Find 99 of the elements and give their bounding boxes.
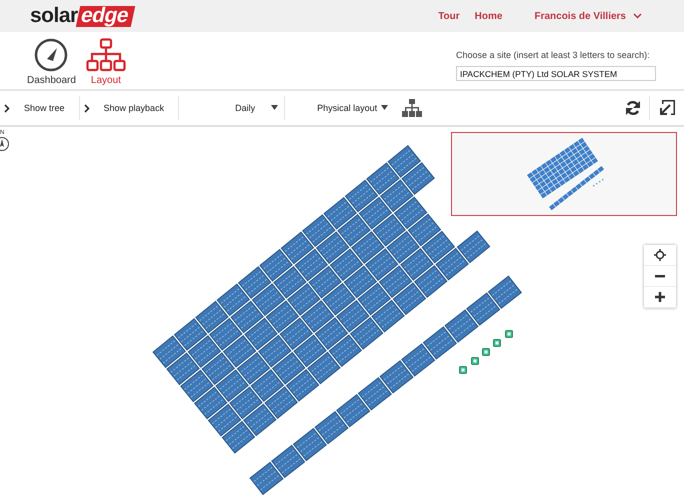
solar-panel <box>314 317 348 350</box>
solar-panel <box>336 394 370 428</box>
minimap[interactable] <box>451 132 677 216</box>
user-menu[interactable]: Francois de Villiers <box>534 10 642 22</box>
caret-icon <box>381 105 388 111</box>
solar-panel <box>358 377 392 410</box>
logo-text: solar <box>30 4 78 28</box>
solar-panel <box>215 369 249 402</box>
recenter-button[interactable] <box>644 245 676 266</box>
dropdown[interactable]: Physical layout <box>285 96 394 120</box>
refresh-icon <box>625 100 641 116</box>
solar-panel <box>236 352 270 385</box>
solar-panel <box>357 282 391 316</box>
solar-panel <box>314 410 349 444</box>
solar-panel <box>337 214 371 247</box>
solar-panel <box>358 196 392 230</box>
solar-panel <box>208 404 242 436</box>
solar-panel <box>307 352 341 384</box>
toggle-button[interactable]: Show tree <box>0 96 79 120</box>
solar-panel <box>180 370 214 402</box>
solar-panel <box>222 420 256 454</box>
solar-panel <box>194 386 228 420</box>
solar-panel <box>202 352 236 385</box>
solar-panel <box>286 368 320 402</box>
solar-panel <box>252 283 286 316</box>
solar-panel <box>250 369 284 402</box>
solar-panel <box>323 196 357 230</box>
solar-panel <box>366 162 400 196</box>
solar-panel <box>378 265 412 298</box>
nav-link[interactable]: Home <box>474 10 502 22</box>
solar-panel <box>188 335 222 368</box>
solar-panel <box>392 282 426 316</box>
solar-panel <box>435 248 469 281</box>
solar-panel <box>174 318 208 351</box>
solar-panel <box>273 266 307 299</box>
dropdown[interactable]: Daily <box>179 96 284 120</box>
solar-panel <box>294 248 328 282</box>
crosshair-icon <box>654 249 666 261</box>
chevron-right-icon <box>84 104 90 112</box>
solar-panel <box>166 352 200 386</box>
plus-icon <box>654 291 666 303</box>
solar-panel <box>328 334 362 368</box>
solar-panel <box>300 300 334 333</box>
solar-panel <box>401 162 435 195</box>
gauge-icon <box>34 38 68 72</box>
solar-panel <box>230 300 264 334</box>
nav-link[interactable]: Tour <box>438 10 460 22</box>
view-tab[interactable]: Dashboard <box>27 38 76 86</box>
solar-panel <box>351 231 385 264</box>
solar-panel <box>408 214 442 246</box>
solar-panel <box>330 248 364 282</box>
solar-panel <box>279 317 313 350</box>
solar-panel <box>238 266 272 299</box>
solar-panel <box>386 230 420 264</box>
chevron-down-icon <box>633 13 642 19</box>
expand-icon <box>658 99 676 117</box>
solar-panel <box>372 214 406 247</box>
solar-panel <box>195 300 229 334</box>
solar-panel <box>222 334 256 368</box>
solar-panel <box>414 265 448 298</box>
solar-panel <box>322 282 356 316</box>
solar-panel <box>209 318 243 351</box>
zoom-out-button[interactable] <box>644 266 676 287</box>
solar-panel <box>350 317 384 350</box>
solar-panel <box>280 232 314 264</box>
solar-panel <box>344 180 378 212</box>
solar-panel <box>308 266 342 298</box>
solar-panel <box>394 196 428 230</box>
solar-panel <box>258 334 292 368</box>
solar-panel <box>272 352 306 385</box>
solar-panel <box>243 404 277 436</box>
solar-panel <box>371 300 405 332</box>
solar-panel <box>216 283 250 316</box>
solar-panel <box>344 266 378 298</box>
solar-panel <box>422 230 456 264</box>
solar-panel <box>316 231 350 264</box>
solar-panel <box>229 386 263 420</box>
chevron-right-icon <box>4 104 10 112</box>
solar-panel <box>336 300 370 333</box>
solar-panel <box>364 248 398 281</box>
solar-panel <box>266 300 300 334</box>
solar-panel <box>264 386 298 419</box>
caret-icon <box>271 105 278 111</box>
hierarchy-icon <box>86 38 126 72</box>
solar-panel <box>466 292 500 326</box>
hierarchy-icon <box>402 99 422 117</box>
site-search-label: Choose a site (insert at least 3 letters to search): <box>456 50 651 60</box>
zoom-in-button[interactable] <box>644 287 676 308</box>
solar-panel <box>380 179 414 212</box>
solar-panel <box>388 145 422 178</box>
solar-panel <box>302 214 336 247</box>
solar-panel <box>244 318 278 350</box>
site-search-field[interactable]: IPACKCHEM (PTY) Ltd SOLAR SYSTEM <box>456 66 656 81</box>
solar-panel <box>293 334 327 368</box>
solar-panel <box>286 283 321 316</box>
solar-panel <box>259 248 293 282</box>
toggle-button[interactable]: Show playback <box>80 96 178 120</box>
view-tab[interactable]: Layout <box>86 38 126 86</box>
solar-panel <box>400 248 434 281</box>
